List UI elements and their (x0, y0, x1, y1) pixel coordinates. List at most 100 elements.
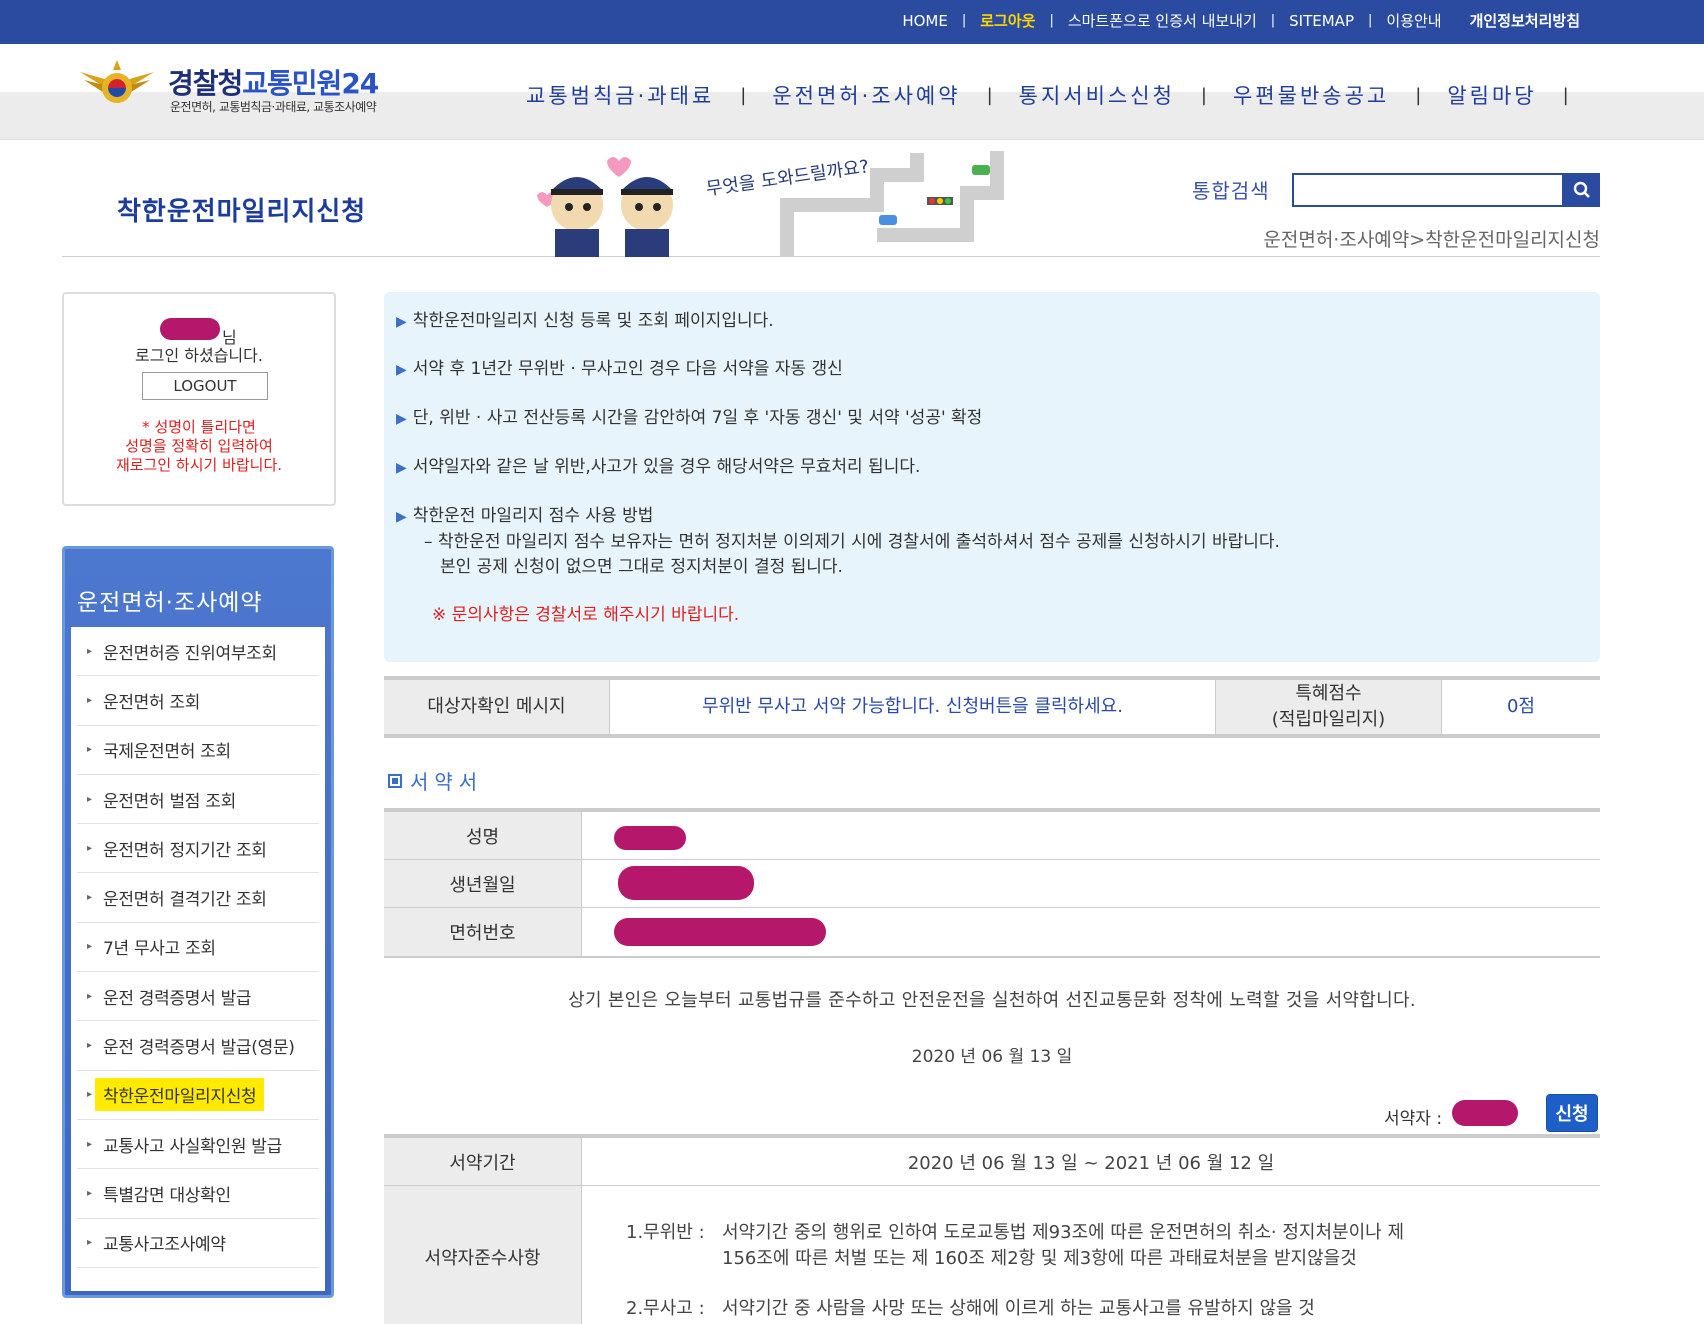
arrow-icon: ▸ (87, 645, 92, 657)
login-status-box: 님 로그인 하셨습니다. LOGOUT * 성명이 틀리다면 성명을 정확히 입… (62, 292, 336, 506)
points-label: 특혜점수 (적립마일리지) (1216, 680, 1442, 734)
sidebar-item-accident-certificate[interactable]: ▸ 교통사고 사실확인원 발급 (77, 1120, 319, 1170)
section-title: 서약서 (388, 766, 483, 795)
info-notice-box: ▶ 착한운전마일리지 신청 등록 및 조회 페이지입니다. ▶ 서약 후 1년간 무… (384, 292, 1600, 662)
info-line: ▶ 착한운전마일리지 신청 등록 및 조회 페이지입니다. (396, 311, 774, 331)
top-utility-bar: HOME | 로그아웃 | 스마트폰으로 인증서 내보내기 | SITEMAP … (0, 0, 1704, 44)
pledge-terms-table: 서약기간 2020 년 06 월 13 일 ~ 2021 년 06 월 12 일… (384, 1134, 1600, 1324)
table-row: 서약자준수사항 1.무위반 : 서약기간 중의 행위로 인하여 도로교통법 제93… (384, 1186, 1600, 1324)
info-line: ▶ 서약 후 1년간 무위반 · 무사고인 경우 다음 서약을 자동 갱신 (396, 359, 843, 379)
logo-subtitle: 운전면허, 교통범칙금·과태료, 교통조사예약 (170, 100, 377, 114)
side-nav-title: 운전면허·조사예약 (77, 590, 263, 616)
search-label: 통합검색 (1192, 179, 1270, 203)
birth-label: 생년월일 (384, 860, 582, 907)
license-value (582, 908, 1600, 956)
sidebar-item-penalty-points[interactable]: ▸ 운전면허 벌점 조회 (77, 775, 319, 825)
rule-1: 1.무위반 : 서약기간 중의 행위로 인하여 도로교통법 제93조에 따른 운전… (626, 1222, 1404, 1243)
utility-links: HOME | 로그아웃 | 스마트폰으로 인증서 내보내기 | SITEMAP … (888, 10, 1594, 31)
sidebar-item-suspension-period[interactable]: ▸ 운전면허 정지기간 조회 (77, 824, 319, 874)
status-label: 대상자확인 메시지 (384, 680, 610, 734)
nav-fines[interactable]: 교통범칙금·과태료 (500, 80, 740, 110)
rule-1-cont: 156조에 따른 처벌 또는 제 160조 제2항 및 제3항에 따른 과태료처… (722, 1248, 1357, 1269)
arrow-icon: ▸ (87, 1187, 92, 1199)
table-row: 생년월일 (384, 860, 1600, 908)
arrow-icon: ▸ (87, 842, 92, 854)
rules-value: 1.무위반 : 서약기간 중의 행위로 인하여 도로교통법 제93조에 따른 운전… (582, 1186, 1600, 1324)
arrow-icon: ▸ (87, 1089, 92, 1101)
site-header: 경찰청교통민원24 운전면허, 교통범칙금·과태료, 교통조사예약 교통범칙금·… (0, 44, 1704, 140)
search-input[interactable] (1292, 173, 1564, 207)
redacted-license-number (614, 918, 826, 946)
search-button[interactable] (1564, 173, 1600, 207)
pledge-statement: 상기 본인은 오늘부터 교통법규를 준수하고 안전운전을 실천하여 선진교통문화… (568, 990, 1416, 1011)
arrow-icon: ▸ (87, 1138, 92, 1150)
sidebar-item-good-driving-mileage[interactable]: ▸ 착한운전마일리지신청 (77, 1071, 319, 1120)
period-value: 2020 년 06 월 13 일 ~ 2021 년 06 월 12 일 (582, 1138, 1600, 1185)
table-row: 서약기간 2020 년 06 월 13 일 ~ 2021 년 06 월 12 일 (384, 1138, 1600, 1186)
square-bullet-icon (388, 773, 402, 788)
side-navigation: 운전면허·조사예약 ▸ 운전면허증 진위여부조회 ▸ 운전면허 조회 ▸ 국제운전면허… (62, 546, 334, 1298)
inquiry-note: ※ 문의사항은 경찰서로 해주시기 바랍니다. (432, 605, 740, 625)
table-row: 면허번호 (384, 908, 1600, 956)
status-message: 무위반 무사고 서약 가능합니다. 신청버튼을 클릭하세요. (610, 680, 1216, 734)
sub-header: 착한운전마일리지신청 무엇을 도와드릴까요? 통합검색 운전면허·조사예약>착한… (62, 145, 1600, 257)
name-label: 성명 (384, 812, 582, 859)
nav-license[interactable]: 운전면허·조사예약 (746, 80, 986, 110)
privacy-policy-link[interactable]: 개인정보처리방침 (1456, 10, 1594, 31)
triangle-bullet-icon: ▶ (396, 509, 407, 525)
login-message: 로그인 하셨습니다. (135, 346, 263, 365)
sidebar-item-special-reduction[interactable]: ▸ 특별감면 대상확인 (77, 1169, 319, 1219)
arrow-icon: ▸ (87, 744, 92, 756)
triangle-bullet-icon: ▶ (396, 411, 407, 427)
info-line: ▶ 단, 위반 · 사고 전산등록 시간을 감안하여 7일 후 '자동 갱신' 및… (396, 408, 983, 428)
sidebar-item-license-lookup[interactable]: ▸ 운전면허 조회 (77, 676, 319, 726)
points-value: 0점 (1442, 680, 1600, 734)
page-title: 착한운전마일리지신청 (117, 197, 367, 227)
guide-link[interactable]: 이용안내 (1372, 10, 1455, 31)
nav-notification[interactable]: 통지서비스신청 (993, 80, 1201, 110)
side-nav-list: ▸ 운전면허증 진위여부조회 ▸ 운전면허 조회 ▸ 국제운전면허 조회 ▸ 운전면허 … (71, 627, 325, 1291)
home-link[interactable]: HOME (888, 12, 962, 30)
logo-title: 경찰청교통민원24 (168, 67, 379, 100)
nav-returned-mail[interactable]: 우편물반송공고 (1207, 80, 1415, 110)
info-subline: 본인 공제 신청이 없으면 그대로 정지처분이 결정 됩니다. (440, 557, 843, 577)
police-mascot-banner: 무엇을 도와드릴까요? (537, 151, 1004, 257)
arrow-icon: ▸ (87, 1040, 92, 1052)
search-icon (1573, 181, 1590, 198)
redacted-birthdate (618, 866, 754, 900)
info-line: ▶ 서약일자와 같은 날 위반,사고가 있을 경우 해당서약은 무효처리 됩니다. (396, 457, 921, 477)
relogin-warning: * 성명이 틀리다면 성명을 정확히 입력하여 재로그인 하시기 바랍니다. (115, 418, 283, 474)
sidebar-item-license-verify[interactable]: ▸ 운전면허증 진위여부조회 (77, 627, 319, 677)
redacted-name (614, 826, 686, 850)
sidebar-item-intl-license[interactable]: ▸ 국제운전면허 조회 (77, 726, 319, 775)
nav-notice[interactable]: 알림마당 (1421, 80, 1562, 110)
pledge-date: 2020 년 06 월 13 일 (911, 1047, 1073, 1067)
arrow-icon: ▸ (87, 941, 92, 953)
sitemap-link[interactable]: SITEMAP (1275, 12, 1368, 30)
info-line: ▶ 착한운전 마일리지 점수 사용 방법 (396, 506, 654, 526)
sidebar-item-accident-investigation[interactable]: ▸ 교통사고조사예약 (77, 1219, 319, 1268)
logout-link[interactable]: 로그아웃 (966, 10, 1049, 31)
rule-2: 2.무사고 : 서약기간 중 사람을 사망 또는 상해에 이르게 하는 교통사고를… (626, 1298, 1315, 1319)
name-value (582, 812, 1600, 859)
apply-button[interactable]: 신청 (1546, 1094, 1598, 1132)
sidebar-item-driving-record-en[interactable]: ▸ 운전 경력증명서 발급(영문) (77, 1021, 319, 1071)
arrow-icon: ▸ (87, 793, 92, 805)
breadcrumb: 운전면허·조사예약>착한운전마일리지신청 (1263, 229, 1600, 251)
eligibility-status-table: 대상자확인 메시지 무위반 무사고 서약 가능합니다. 신청버튼을 클릭하세요.… (384, 676, 1600, 738)
period-label: 서약기간 (384, 1138, 582, 1185)
triangle-bullet-icon: ▶ (396, 362, 407, 378)
logout-button[interactable]: LOGOUT (142, 372, 268, 400)
sidebar-item-7year-accident-free[interactable]: ▸ 7년 무사고 조회 (77, 923, 319, 973)
sidebar-item-disqualification-period[interactable]: ▸ 운전면허 결격기간 조회 (77, 873, 319, 923)
table-row: 성명 (384, 812, 1600, 860)
redacted-signer (1452, 1100, 1518, 1126)
info-subline: – 착한운전 마일리지 점수 보유자는 면허 정지처분 이의제기 시에 경찰서에… (424, 532, 1280, 552)
sidebar-item-driving-record[interactable]: ▸ 운전 경력증명서 발급 (77, 972, 319, 1022)
mascot-speech: 무엇을 도와드릴까요? (705, 156, 871, 200)
export-cert-link[interactable]: 스마트폰으로 인증서 내보내기 (1054, 10, 1271, 31)
rules-label: 서약자준수사항 (384, 1186, 582, 1324)
police-emblem-icon (80, 60, 154, 103)
site-logo[interactable]: 경찰청교통민원24 운전면허, 교통범칙금·과태료, 교통조사예약 (78, 58, 418, 118)
arrow-icon: ▸ (87, 892, 92, 904)
